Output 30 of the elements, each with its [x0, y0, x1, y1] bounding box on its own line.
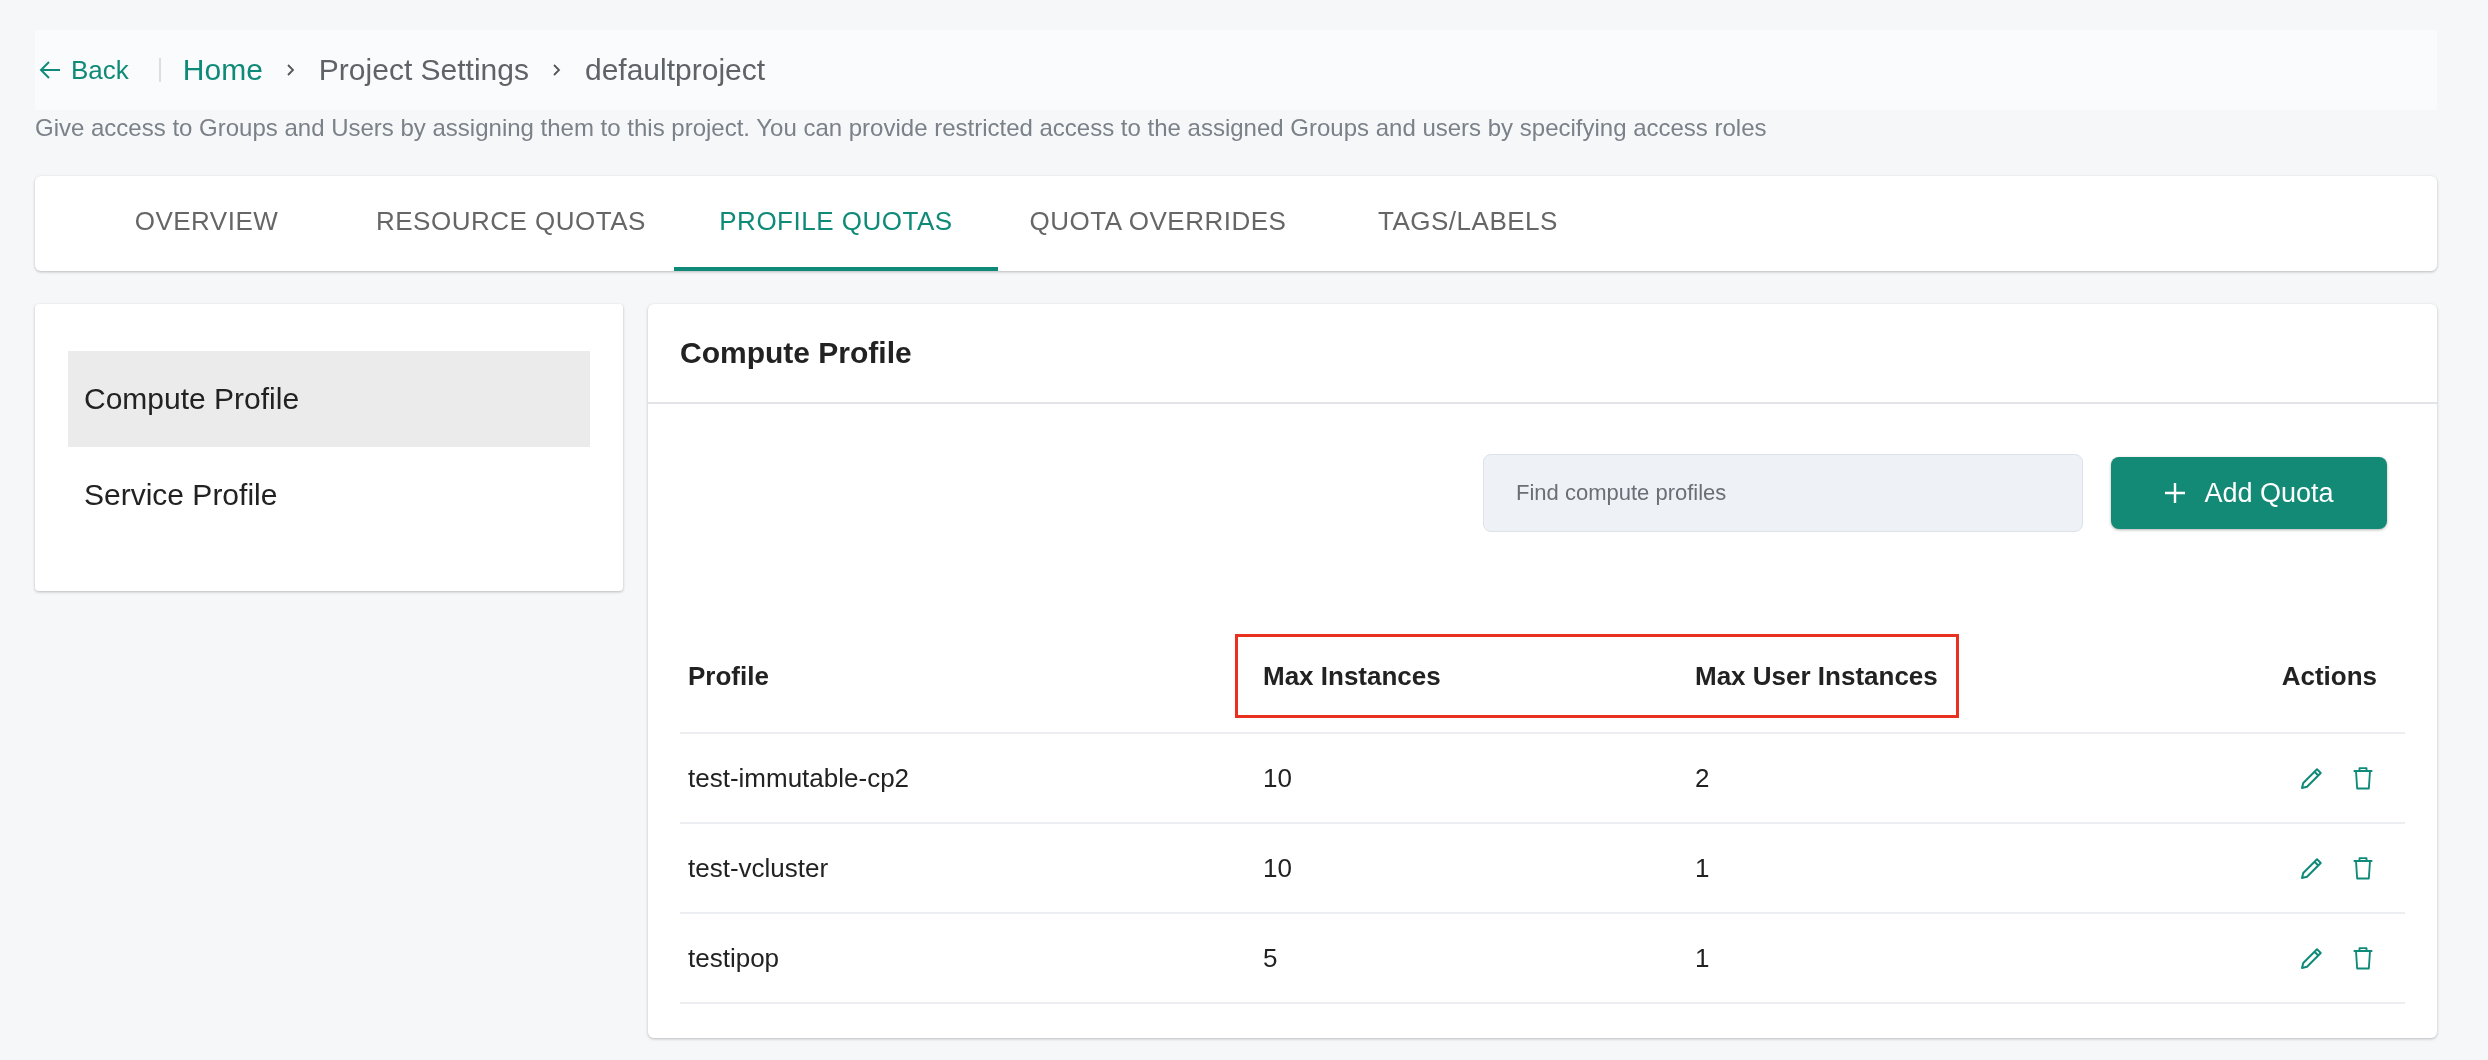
table-cell: test-vcluster: [680, 824, 1255, 914]
page-description: Give access to Groups and Users by assigning them to this project. You can provide restricted access to the assigned Groups and users by specifying access roles: [35, 114, 1768, 142]
plus-icon: [2164, 482, 2187, 504]
tab[interactable]: RESOURCE QUOTAS: [348, 176, 674, 271]
table-cell: 2: [1687, 734, 1979, 824]
table-cell: 5: [1255, 914, 1687, 1004]
search-field[interactable]: Find compute profiles: [1483, 454, 2083, 532]
table-cell: test-immutable-cp2: [680, 734, 1255, 824]
table-cell: 10: [1255, 734, 1687, 824]
panel-title: Compute Profile: [648, 304, 2437, 404]
arrow-left-icon: [39, 60, 61, 80]
tab[interactable]: TAGS/LABELS: [1317, 176, 1618, 271]
tab[interactable]: OVERVIEW: [65, 176, 348, 271]
add-quota-button[interactable]: Add Quota: [2111, 457, 2387, 529]
breadcrumb-item: Project Settings: [318, 53, 529, 87]
sidebar-item[interactable]: Service Profile: [68, 447, 590, 543]
column-header: Profile: [680, 620, 1255, 734]
breadcrumb-link[interactable]: Home: [182, 53, 263, 87]
table-cell: testipop: [680, 914, 1255, 1004]
column-header: Actions: [1979, 620, 2405, 734]
table-cell: 10: [1255, 824, 1687, 914]
tab[interactable]: PROFILE QUOTAS: [673, 176, 998, 271]
table-cell: 1: [1687, 914, 1979, 1004]
table-cell: 1: [1687, 824, 1979, 914]
tab[interactable]: QUOTA OVERRIDES: [997, 176, 1318, 271]
sidebar-item[interactable]: Compute Profile: [68, 351, 590, 447]
back-link[interactable]: Back: [39, 58, 161, 82]
column-header: Max User Instances: [1687, 620, 1979, 734]
breadcrumb-item: defaultproject: [584, 53, 766, 87]
column-header: Max Instances: [1255, 620, 1687, 734]
